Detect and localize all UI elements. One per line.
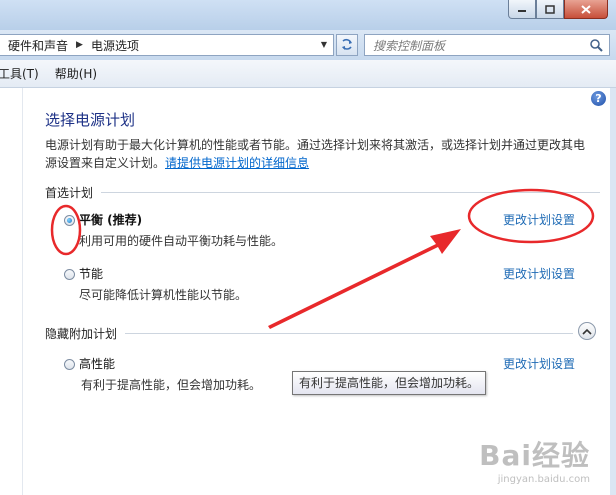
plan-desc-power-saver: 尽可能降低计算机性能以节能。	[79, 288, 248, 302]
radio-balanced[interactable]	[64, 215, 75, 226]
page-description: 电源计划有助于最大化计算机的性能或者节能。通过选择计划来将其激活，或选择计划并通…	[45, 136, 593, 172]
navigation-bar: 硬件和声音 ▶ 电源选项 ▼ 搜索控制面板	[0, 30, 616, 60]
window-right-border	[610, 88, 616, 495]
window-controls	[508, 0, 608, 19]
watermark-url: jingyan.baidu.com	[497, 474, 590, 485]
change-settings-link-high-performance[interactable]: 更改计划设置	[503, 355, 575, 372]
control-panel-window: 硬件和声音 ▶ 电源选项 ▼ 搜索控制面板 工具(T) 帮助(H) ? 选择电源…	[0, 0, 616, 495]
menu-bar: 工具(T) 帮助(H)	[0, 60, 616, 88]
minimize-button[interactable]	[508, 0, 536, 19]
watermark-brand: Bai经验	[479, 439, 590, 472]
breadcrumb-separator-icon: ▶	[76, 40, 83, 50]
chevron-down-icon[interactable]: ▼	[321, 40, 327, 49]
plan-name-power-saver[interactable]: 节能	[79, 265, 103, 282]
help-icon[interactable]: ?	[591, 91, 606, 106]
maximize-button[interactable]	[536, 0, 564, 19]
left-pane-edge	[0, 88, 23, 495]
plan-name-balanced[interactable]: 平衡 (推荐)	[79, 211, 142, 228]
hidden-plans-label: 隐藏附加计划	[45, 327, 118, 341]
plan-details-link[interactable]: 请提供电源计划的详细信息	[165, 156, 309, 170]
title-bar	[0, 0, 616, 30]
close-button[interactable]	[564, 0, 608, 19]
plan-name-high-performance[interactable]: 高性能	[79, 355, 115, 372]
plan-desc-balanced: 利用可用的硬件自动平衡功耗与性能。	[79, 234, 284, 248]
plan-desc-high-performance: 有利于提高性能，但会增加功耗。	[81, 378, 262, 392]
description-text: 电源计划有助于最大化计算机的性能或者节能。通过选择计划来将其激活，或选择计划并通…	[45, 138, 586, 170]
search-placeholder: 搜索控制面板	[373, 38, 446, 53]
maximize-icon	[545, 4, 555, 14]
divider	[101, 192, 600, 193]
watermark: Bai经验 jingyan.baidu.com	[479, 434, 590, 485]
close-icon	[581, 4, 591, 14]
menu-item-tools[interactable]: 工具(T)	[0, 65, 39, 82]
change-settings-link-balanced[interactable]: 更改计划设置	[503, 211, 575, 228]
menu-item-help[interactable]: 帮助(H)	[55, 65, 97, 82]
radio-power-saver[interactable]	[64, 269, 75, 280]
refresh-button[interactable]	[336, 34, 358, 56]
hidden-plans-header[interactable]: 隐藏附加计划	[45, 325, 573, 342]
address-bar[interactable]: 硬件和声音 ▶ 电源选项 ▼	[0, 34, 334, 56]
breadcrumb-power-options[interactable]: 电源选项	[91, 37, 139, 54]
tooltip: 有利于提高性能，但会增加功耗。	[292, 371, 487, 395]
divider	[125, 333, 573, 334]
refresh-icon	[342, 38, 352, 50]
search-icon[interactable]	[589, 38, 603, 52]
collapse-button[interactable]	[578, 322, 596, 340]
minimize-icon	[518, 10, 526, 12]
search-input[interactable]: 搜索控制面板	[364, 34, 610, 56]
collapse-icon	[582, 328, 592, 335]
page-title: 选择电源计划	[45, 111, 136, 129]
breadcrumb-hardware-sound[interactable]: 硬件和声音	[8, 37, 68, 54]
radio-high-performance[interactable]	[64, 359, 75, 370]
preferred-plans-label: 首选计划	[45, 186, 94, 200]
preferred-plans-header: 首选计划	[45, 184, 600, 201]
change-settings-link-power-saver[interactable]: 更改计划设置	[503, 265, 575, 282]
